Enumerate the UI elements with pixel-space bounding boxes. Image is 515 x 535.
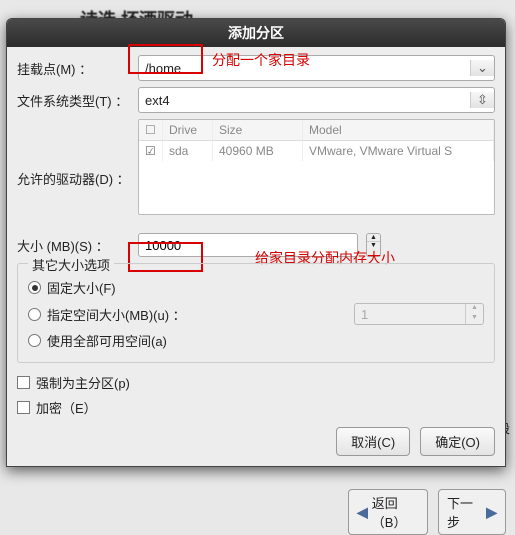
fs-type-value: ext4 (139, 93, 470, 108)
col-size: Size (213, 120, 303, 140)
chevron-down-icon[interactable]: ⌄ (470, 60, 494, 76)
updown-icon[interactable]: ⇳ (470, 92, 494, 108)
radio-fixed[interactable]: 固定大小(F) (28, 278, 484, 297)
drives-label: 允许的驱动器(D) ： (17, 119, 132, 188)
back-button-label: 返回（B） (372, 493, 419, 531)
fs-type-combo[interactable]: ext4 ⇳ (138, 87, 495, 113)
size-options-legend: 其它大小选项 (28, 255, 114, 274)
spinner-up-icon: ▲ (466, 304, 483, 314)
mount-point-label: 挂载点(M) ： (17, 59, 132, 78)
fs-type-label: 文件系统类型(T) ： (17, 91, 132, 110)
col-drive: Drive (163, 120, 213, 140)
radio-all-label: 使用全部可用空间(a) (47, 331, 167, 350)
radio-upto-label: 指定空间大小(MB)(u) ： (47, 305, 186, 324)
cell-model: VMware, VMware Virtual S (303, 141, 494, 161)
ok-button[interactable]: 确定(O) (420, 427, 495, 456)
spinner-up-icon[interactable]: ▲ (367, 234, 380, 242)
checkbox-header[interactable]: ☐ (139, 120, 163, 140)
size-input[interactable] (138, 233, 358, 257)
table-row[interactable]: ☑ sda 40960 MB VMware, VMware Virtual S (139, 141, 494, 161)
radio-icon[interactable] (28, 308, 41, 321)
encrypt-check[interactable]: 加密（E） (17, 398, 495, 417)
radio-upto[interactable]: 指定空间大小(MB)(u) ： 1 ▲▼ (28, 303, 484, 325)
cancel-button[interactable]: 取消(C) (336, 427, 410, 456)
size-label: 大小 (MB)(S) ： (17, 236, 132, 255)
force-primary-label: 强制为主分区(p) (36, 373, 130, 392)
mount-point-value[interactable]: /home (139, 61, 470, 76)
arrow-right-icon: ▶ (486, 504, 497, 521)
checkbox-icon[interactable] (17, 376, 30, 389)
size-options-group: 其它大小选项 固定大小(F) 指定空间大小(MB)(u) ： 1 ▲▼ 使用全部… (17, 263, 495, 363)
spinner-down-icon[interactable]: ▼ (367, 242, 380, 249)
table-header: ☐ Drive Size Model (139, 120, 494, 141)
upto-spinner: 1 ▲▼ (354, 303, 484, 325)
next-button[interactable]: 下一步 ▶ (438, 489, 506, 535)
arrow-left-icon: ◀ (357, 504, 368, 521)
next-button-label: 下一步 (447, 493, 482, 531)
spinner-down-icon: ▼ (466, 314, 483, 324)
force-primary-check[interactable]: 强制为主分区(p) (17, 373, 495, 392)
cell-size: 40960 MB (213, 141, 303, 161)
radio-fixed-label: 固定大小(F) (47, 278, 116, 297)
add-partition-dialog: 添加分区 挂载点(M) ： /home ⌄ 分配一个家目录 文件系统类型(T) … (6, 18, 506, 467)
upto-value: 1 (355, 304, 465, 324)
radio-icon[interactable] (28, 334, 41, 347)
encrypt-label: 加密（E） (36, 398, 97, 417)
row-checkbox[interactable]: ☑ (139, 141, 163, 161)
drives-table[interactable]: ☐ Drive Size Model ☑ sda 40960 MB VMware… (138, 119, 495, 215)
radio-all[interactable]: 使用全部可用空间(a) (28, 331, 484, 350)
radio-icon[interactable] (28, 281, 41, 294)
dialog-title: 添加分区 (7, 19, 505, 47)
mount-point-combo[interactable]: /home ⌄ (138, 55, 495, 81)
cell-drive: sda (163, 141, 213, 161)
back-button[interactable]: ◀ 返回（B） (348, 489, 428, 535)
col-model: Model (303, 120, 494, 140)
checkbox-icon[interactable] (17, 401, 30, 414)
